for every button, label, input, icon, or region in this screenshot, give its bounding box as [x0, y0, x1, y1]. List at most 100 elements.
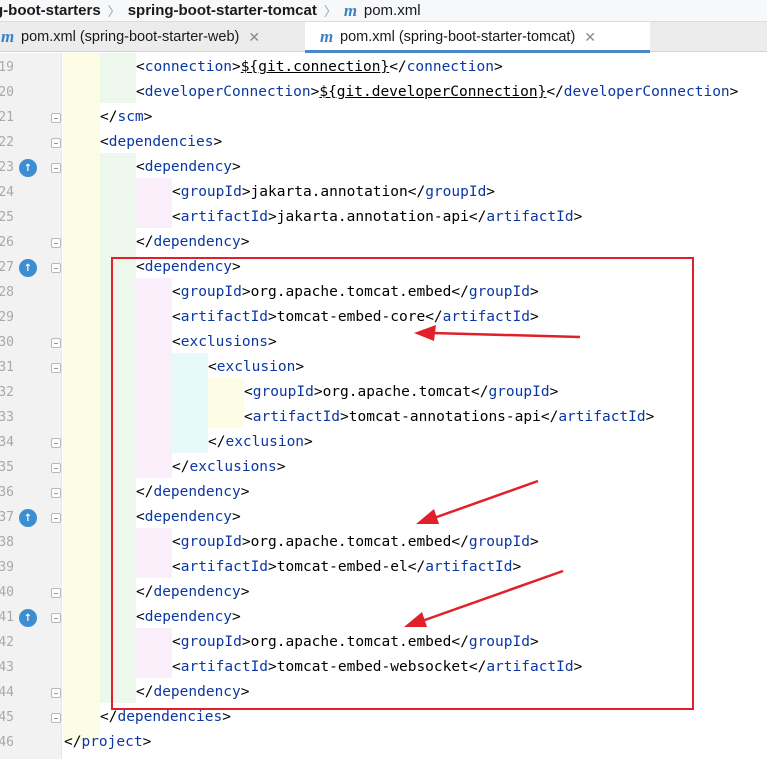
- maven-m-icon: m: [320, 27, 334, 46]
- override-gutter-icon[interactable]: ↑: [19, 509, 37, 527]
- xml-bracket: >: [573, 659, 583, 675]
- xml-tag-name: exclusion: [225, 434, 305, 450]
- code-line[interactable]: </scm>: [100, 105, 152, 130]
- editor-gutter[interactable]: 19 20 21 22 23 ↑ 24 25 26 27 ↑ 28 29 30 31 32 33 34 35 36 37…: [0, 53, 62, 759]
- code-line[interactable]: <exclusions>: [172, 330, 277, 355]
- xml-bracket: <: [136, 259, 145, 275]
- fold-toggle-icon[interactable]: [51, 163, 61, 173]
- indent-guide-dependency-4: [136, 628, 172, 678]
- xml-bracket: </: [451, 634, 469, 650]
- fold-toggle-icon[interactable]: [51, 613, 61, 623]
- breadcrumb-item-pom[interactable]: m pom.xml: [344, 0, 421, 21]
- override-gutter-icon[interactable]: ↑: [19, 159, 37, 177]
- fold-toggle-icon[interactable]: [51, 138, 61, 148]
- code-line[interactable]: </dependency>: [136, 480, 250, 505]
- code-line[interactable]: <developerConnection>${git.developerConn…: [136, 80, 738, 105]
- xml-tag-name: groupId: [180, 184, 242, 200]
- line-number: 19: [0, 60, 14, 75]
- xml-tag-name: connection: [144, 59, 233, 75]
- code-line[interactable]: <exclusion>: [208, 355, 304, 380]
- line-number: 44: [0, 685, 14, 700]
- xml-bracket: <: [208, 359, 217, 375]
- breadcrumb-item-starters[interactable]: g-boot-starters: [0, 0, 101, 21]
- xml-text: tomcat-embed-el: [276, 559, 408, 575]
- xml-text: jakarta.annotation-api: [276, 209, 469, 225]
- code-line[interactable]: </dependency>: [136, 230, 250, 255]
- line-number: 38: [0, 535, 14, 550]
- code-line[interactable]: </dependency>: [136, 680, 250, 705]
- breadcrumb-item-tomcat-module[interactable]: spring-boot-starter-tomcat: [128, 0, 317, 21]
- line-number: 41: [0, 610, 14, 625]
- fold-toggle-icon[interactable]: [51, 263, 61, 273]
- breadcrumb: g-boot-starters 〉 spring-boot-starter-to…: [0, 0, 767, 22]
- code-line[interactable]: <dependencies>: [100, 130, 222, 155]
- tab-pom-web-label: pom.xml (spring-boot-starter-web): [21, 29, 240, 45]
- fold-toggle-icon[interactable]: [51, 338, 61, 348]
- code-line[interactable]: <artifactId>tomcat-embed-el</artifactId>: [172, 555, 521, 580]
- line-number: 33: [0, 410, 14, 425]
- xml-tag-name: groupId: [180, 634, 242, 650]
- fold-toggle-icon[interactable]: [51, 363, 61, 373]
- xml-bracket: >: [313, 384, 323, 400]
- xml-bracket: >: [645, 409, 655, 425]
- xml-bracket: >: [529, 309, 539, 325]
- xml-bracket: </: [389, 59, 407, 75]
- xml-bracket: </: [64, 734, 82, 750]
- fold-toggle-icon[interactable]: [51, 488, 61, 498]
- xml-bracket: <: [136, 159, 145, 175]
- code-line[interactable]: <artifactId>tomcat-embed-core</artifactI…: [172, 305, 539, 330]
- code-line[interactable]: <artifactId>tomcat-embed-websocket</arti…: [172, 655, 582, 680]
- xml-tag-name: dependency: [144, 609, 233, 625]
- close-icon[interactable]: ✕: [584, 29, 596, 46]
- code-line[interactable]: <dependency>: [136, 255, 241, 280]
- tab-pom-tomcat[interactable]: m pom.xml (spring-boot-starter-tomcat) ✕: [305, 22, 650, 53]
- xml-tag-name: groupId: [425, 184, 487, 200]
- fold-toggle-icon[interactable]: [51, 463, 61, 473]
- code-editor[interactable]: 19 20 21 22 23 ↑ 24 25 26 27 ↑ 28 29 30 31 32 33 34 35 36 37…: [0, 53, 767, 759]
- fold-toggle-icon[interactable]: [51, 438, 61, 448]
- override-gutter-icon[interactable]: ↑: [19, 609, 37, 627]
- fold-toggle-icon[interactable]: [51, 513, 61, 523]
- line-number: 25: [0, 210, 14, 225]
- xml-tag-name: dependency: [144, 509, 233, 525]
- code-area[interactable]: <connection>${git.connection}</connectio…: [63, 53, 767, 759]
- code-line[interactable]: <artifactId>jakarta.annotation-api</arti…: [172, 205, 582, 230]
- code-line[interactable]: <dependency>: [136, 605, 241, 630]
- fold-toggle-icon[interactable]: [51, 688, 61, 698]
- fold-toggle-icon[interactable]: [51, 238, 61, 248]
- code-line[interactable]: </project>: [64, 730, 151, 755]
- override-gutter-icon[interactable]: ↑: [19, 259, 37, 277]
- code-line[interactable]: <dependency>: [136, 505, 241, 530]
- tab-pom-web[interactable]: m pom.xml (spring-boot-starter-web) ✕: [0, 22, 305, 52]
- code-line[interactable]: </dependencies>: [100, 705, 231, 730]
- fold-toggle-icon[interactable]: [51, 113, 61, 123]
- code-line[interactable]: <groupId>org.apache.tomcat.embed</groupI…: [172, 530, 539, 555]
- line-number: 21: [0, 110, 14, 125]
- fold-toggle-icon[interactable]: [51, 713, 61, 723]
- code-line[interactable]: <artifactId>tomcat-annotations-api</arti…: [244, 405, 654, 430]
- xml-bracket: >: [142, 734, 152, 750]
- xml-bracket: >: [529, 284, 539, 300]
- close-icon[interactable]: ✕: [248, 29, 260, 46]
- xml-bracket: >: [240, 684, 250, 700]
- xml-text: org.apache.tomcat.embed: [250, 634, 452, 650]
- xml-text: ${git.connection}: [240, 59, 390, 75]
- code-line[interactable]: <groupId>org.apache.tomcat.embed</groupI…: [172, 630, 539, 655]
- indent-guide-scm: [100, 53, 136, 103]
- code-line[interactable]: <groupId>org.apache.tomcat</groupId>: [244, 380, 558, 405]
- xml-bracket: >: [143, 109, 153, 125]
- xml-bracket: </: [470, 384, 489, 400]
- line-number: 28: [0, 285, 14, 300]
- code-line[interactable]: </dependency>: [136, 580, 250, 605]
- fold-toggle-icon[interactable]: [51, 588, 61, 598]
- xml-text: jakarta.annotation: [250, 184, 408, 200]
- code-line[interactable]: <groupId>jakarta.annotation</groupId>: [172, 180, 495, 205]
- xml-tag-name: dependency: [153, 584, 241, 600]
- code-line[interactable]: </exclusion>: [208, 430, 313, 455]
- code-line[interactable]: <connection>${git.connection}</connectio…: [136, 55, 503, 80]
- code-line[interactable]: <groupId>org.apache.tomcat.embed</groupI…: [172, 280, 539, 305]
- code-line[interactable]: <dependency>: [136, 155, 241, 180]
- xml-tag-name: groupId: [468, 534, 530, 550]
- code-line[interactable]: </exclusions>: [172, 455, 286, 480]
- line-number: 37: [0, 510, 14, 525]
